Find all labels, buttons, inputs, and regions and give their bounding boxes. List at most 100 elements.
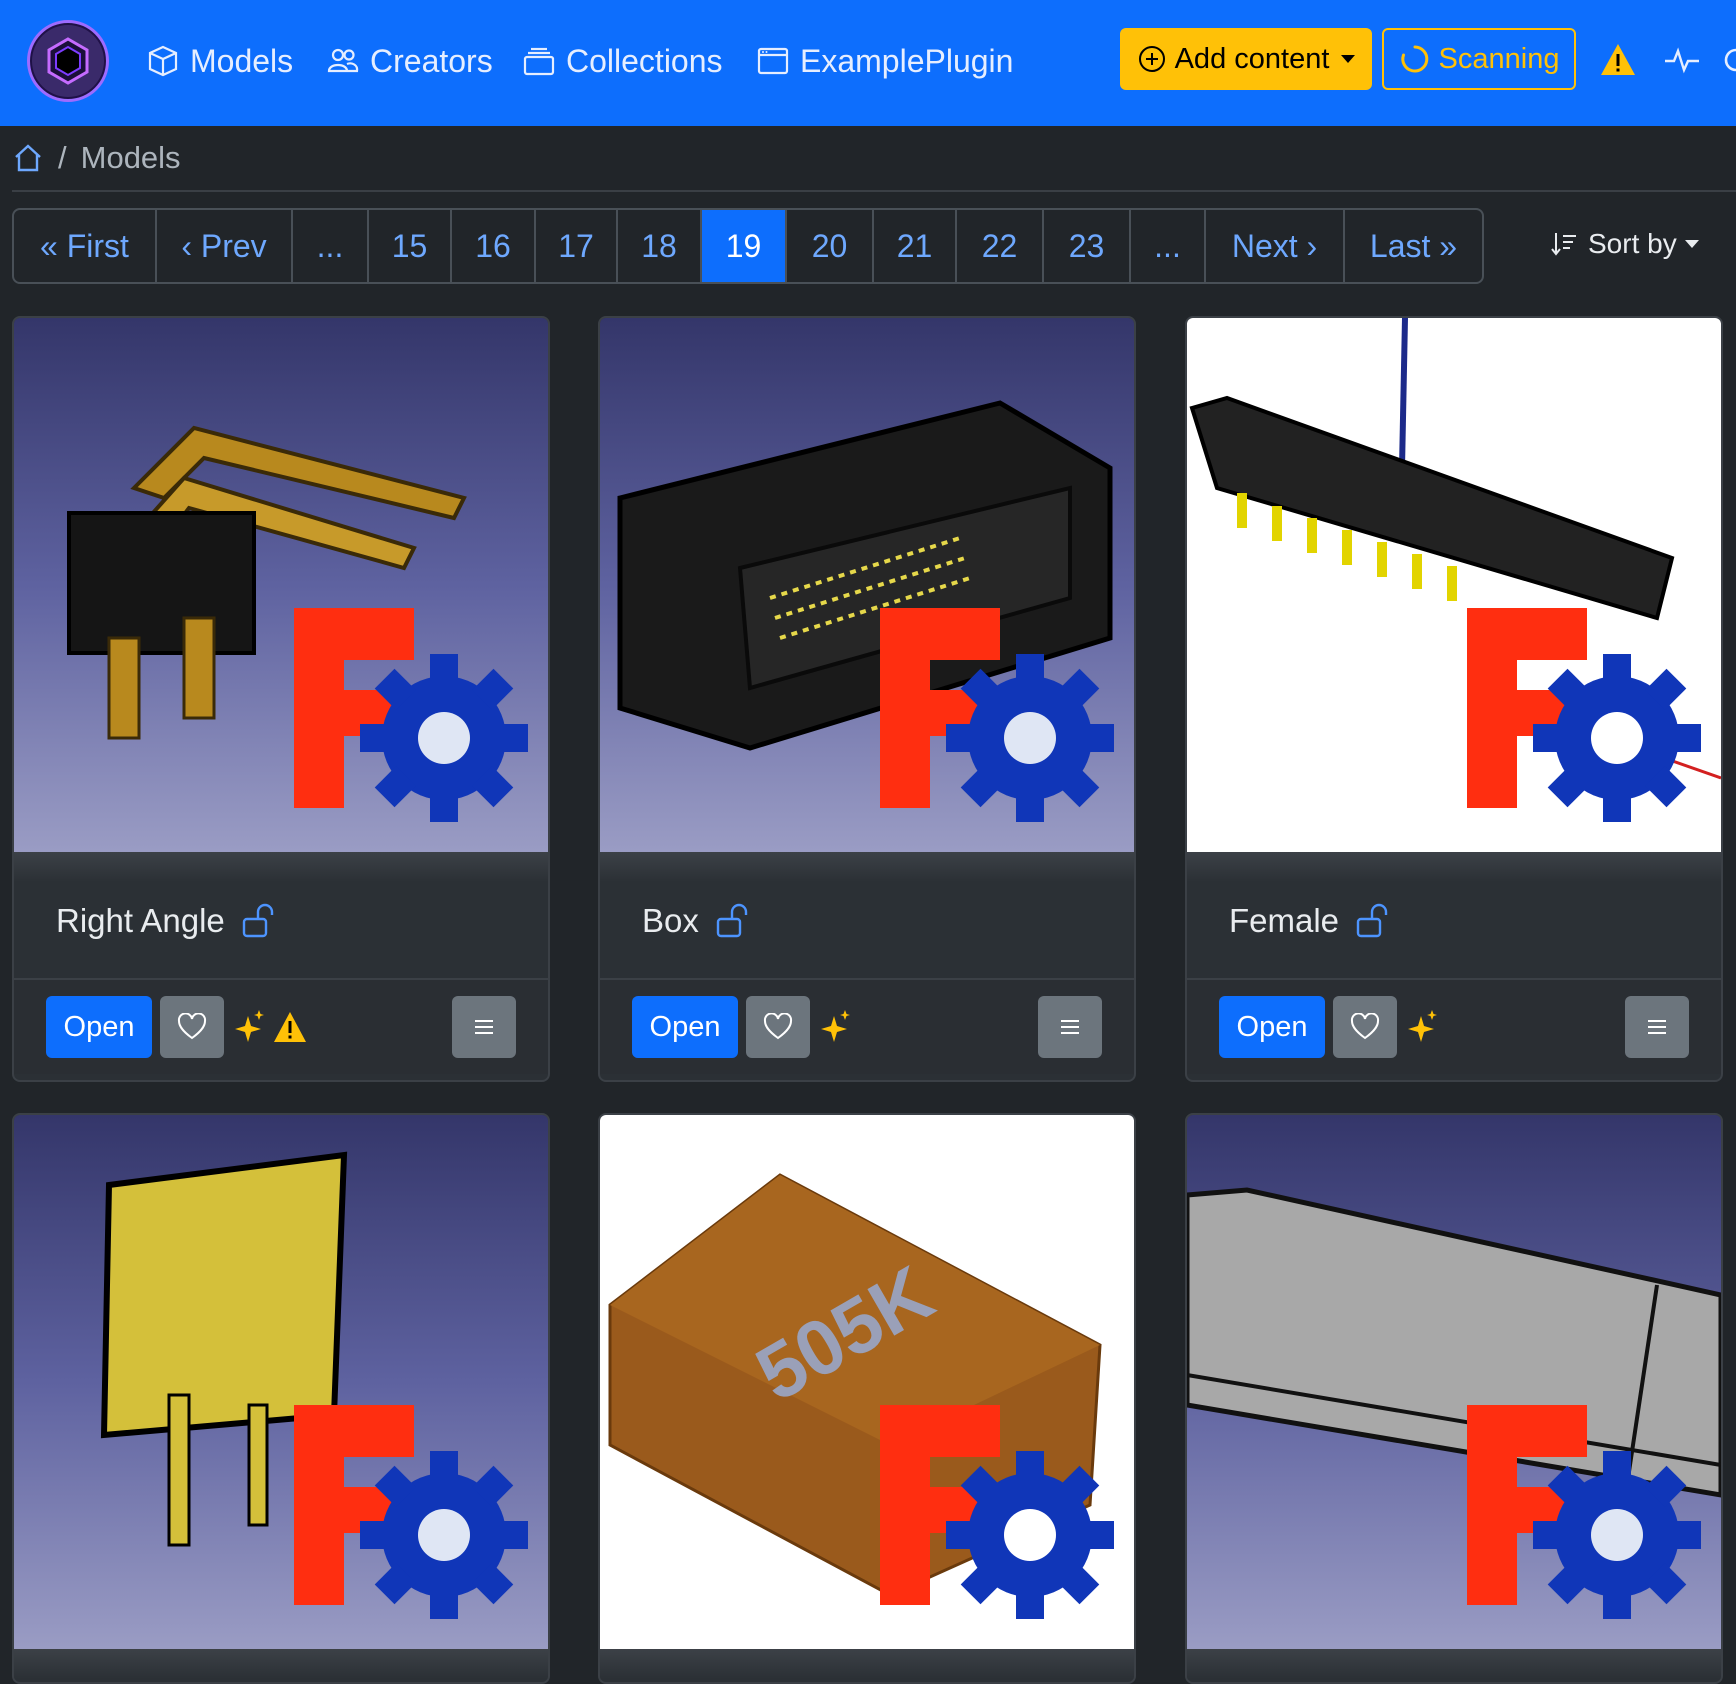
plus-circle-icon bbox=[1138, 46, 1165, 72]
page-ellipsis-2: ... bbox=[1131, 210, 1206, 282]
freecad-logo-icon bbox=[294, 1405, 528, 1619]
model-card bbox=[12, 1113, 550, 1684]
thumbnail-shadow bbox=[600, 1649, 1134, 1679]
warning-icon bbox=[274, 1012, 306, 1042]
top-navbar: Models Creators Collections ExamplePlugi… bbox=[0, 0, 1736, 126]
page-23[interactable]: 23 bbox=[1044, 210, 1131, 282]
pagination: « First ‹ Prev ... 15 16 17 18 19 20 21 … bbox=[12, 208, 1484, 284]
add-content-label: Add content bbox=[1174, 42, 1330, 75]
favorite-button[interactable] bbox=[160, 996, 224, 1058]
model-thumbnail[interactable] bbox=[1187, 318, 1721, 852]
page-19-active[interactable]: 19 bbox=[702, 210, 787, 282]
page-first[interactable]: « First bbox=[14, 210, 157, 282]
page-20[interactable]: 20 bbox=[787, 210, 874, 282]
card-footer: Open bbox=[1187, 978, 1721, 1074]
unlock-icon bbox=[1356, 903, 1388, 938]
model-thumbnail[interactable]: 505K bbox=[600, 1115, 1134, 1649]
menu-button[interactable] bbox=[1038, 996, 1102, 1058]
activity-icon[interactable] bbox=[1662, 40, 1702, 80]
model-card: Right Angle Open bbox=[12, 316, 550, 1082]
sparkles-icon bbox=[821, 1010, 850, 1042]
model-card: Box Open bbox=[598, 316, 1136, 1082]
freecad-logo-icon bbox=[880, 608, 1114, 822]
model-thumbnail[interactable] bbox=[14, 318, 548, 852]
model-card bbox=[1185, 1113, 1723, 1684]
page-22[interactable]: 22 bbox=[957, 210, 1044, 282]
card-title: Right Angle bbox=[56, 898, 275, 944]
scanning-label: Scanning bbox=[1438, 42, 1560, 75]
model-card: 505K bbox=[598, 1113, 1136, 1684]
heart-icon bbox=[763, 1013, 793, 1040]
nav-creators-label: Creators bbox=[370, 42, 493, 79]
model-thumbnail[interactable] bbox=[1187, 1115, 1721, 1649]
open-button[interactable]: Open bbox=[632, 996, 738, 1058]
thumbnail-shadow bbox=[1187, 852, 1721, 882]
warning-icon[interactable] bbox=[1598, 40, 1638, 80]
breadcrumb-current: Models bbox=[80, 140, 181, 175]
nav-collections-label: Collections bbox=[566, 42, 723, 79]
menu-button[interactable] bbox=[452, 996, 516, 1058]
sort-icon bbox=[1551, 233, 1576, 256]
freecad-logo-icon bbox=[294, 608, 528, 822]
page-16[interactable]: 16 bbox=[452, 210, 536, 282]
page-ellipsis: ... bbox=[293, 210, 369, 282]
unlock-icon bbox=[242, 903, 273, 938]
thumbnail-shadow bbox=[1187, 1649, 1721, 1679]
model-thumbnail[interactable] bbox=[600, 318, 1134, 852]
breadcrumb-separator: / bbox=[58, 140, 67, 175]
freecad-logo-icon bbox=[1467, 608, 1701, 822]
sparkles-icon bbox=[1408, 1010, 1437, 1042]
chevron-down-icon bbox=[1341, 55, 1356, 63]
card-title-text: Box bbox=[642, 902, 699, 939]
sort-by-label: Sort by bbox=[1588, 228, 1677, 259]
menu-button[interactable] bbox=[1625, 996, 1689, 1058]
card-title-text: Female bbox=[1229, 902, 1340, 939]
scanning-button[interactable]: Scanning bbox=[1382, 28, 1576, 90]
box-icon bbox=[148, 45, 178, 77]
gear-icon[interactable] bbox=[1722, 40, 1736, 80]
open-button[interactable]: Open bbox=[1219, 996, 1325, 1058]
collection-icon bbox=[523, 47, 555, 76]
freecad-logo-icon bbox=[880, 1405, 1114, 1619]
hamburger-icon bbox=[1648, 1020, 1666, 1034]
add-content-button[interactable]: Add content bbox=[1120, 28, 1372, 90]
nav-creators[interactable]: Creators bbox=[326, 38, 493, 84]
spinner-icon bbox=[1400, 45, 1428, 73]
page-21[interactable]: 21 bbox=[874, 210, 957, 282]
page-17[interactable]: 17 bbox=[536, 210, 618, 282]
thumbnail-shadow bbox=[600, 852, 1134, 882]
card-footer: Open bbox=[14, 978, 548, 1074]
nav-exampleplugin[interactable]: ExamplePlugin bbox=[756, 38, 1013, 84]
page-prev[interactable]: ‹ Prev bbox=[157, 210, 293, 282]
home-icon[interactable] bbox=[12, 142, 44, 174]
hamburger-icon bbox=[475, 1020, 493, 1034]
thumbnail-shadow bbox=[14, 1649, 548, 1679]
card-title: Female bbox=[1229, 898, 1389, 944]
freecad-logo-icon bbox=[1467, 1405, 1701, 1619]
heart-icon bbox=[177, 1013, 207, 1040]
sparkles-icon bbox=[235, 1010, 264, 1042]
favorite-button[interactable] bbox=[1333, 996, 1397, 1058]
app-logo[interactable] bbox=[27, 20, 109, 102]
chevron-down-icon bbox=[1684, 240, 1699, 248]
window-icon bbox=[757, 47, 789, 75]
open-button[interactable]: Open bbox=[46, 996, 152, 1058]
page-last[interactable]: Last » bbox=[1345, 210, 1482, 282]
people-icon bbox=[327, 48, 359, 73]
nav-collections[interactable]: Collections bbox=[522, 38, 723, 84]
nav-models[interactable]: Models bbox=[146, 38, 293, 84]
page-15[interactable]: 15 bbox=[369, 210, 452, 282]
page-18[interactable]: 18 bbox=[618, 210, 702, 282]
page-next[interactable]: Next › bbox=[1206, 210, 1345, 282]
hamburger-icon bbox=[1061, 1020, 1079, 1034]
card-title-text: Right Angle bbox=[56, 902, 225, 939]
favorite-button[interactable] bbox=[746, 996, 810, 1058]
model-thumbnail[interactable] bbox=[14, 1115, 548, 1649]
model-card: Female Open bbox=[1185, 316, 1723, 1082]
sort-by-dropdown[interactable]: Sort by bbox=[1550, 222, 1699, 266]
hexagon-logo-icon bbox=[47, 37, 89, 85]
nav-models-label: Models bbox=[190, 42, 294, 79]
thumbnail-shadow bbox=[14, 852, 548, 882]
breadcrumb-divider bbox=[12, 190, 1736, 192]
breadcrumb: / Models bbox=[12, 136, 181, 180]
